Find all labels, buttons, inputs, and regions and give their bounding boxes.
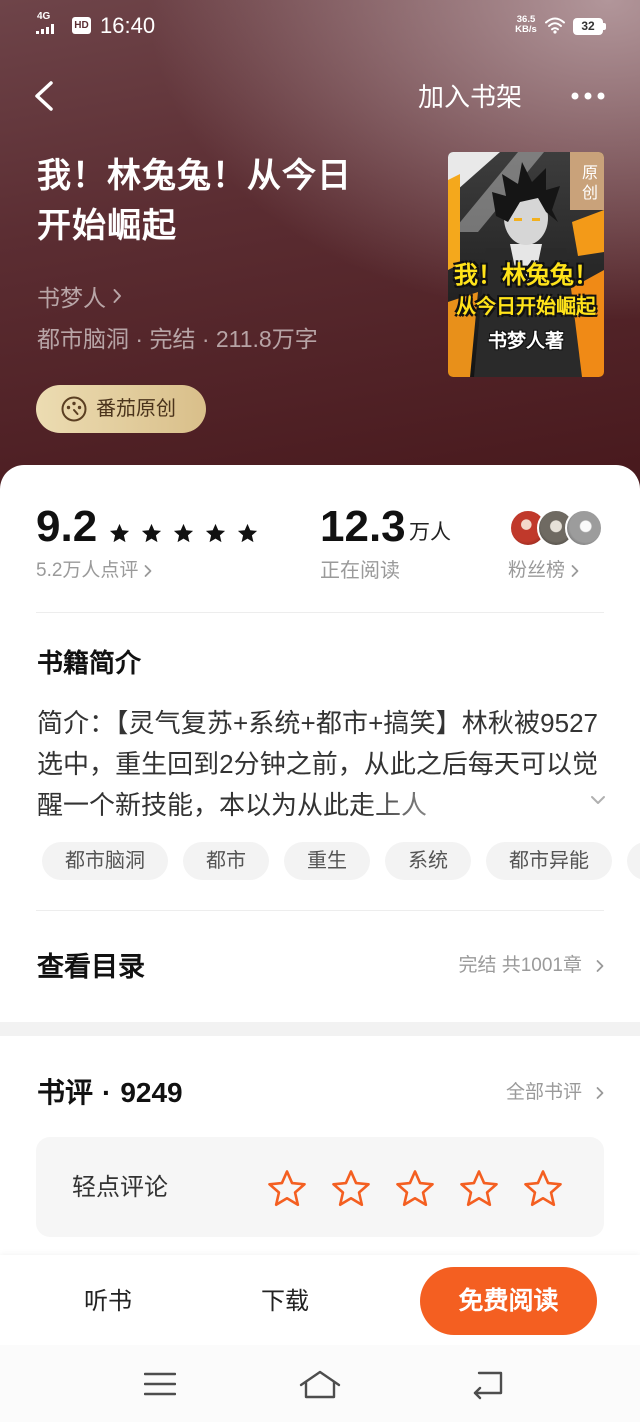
author-link[interactable]: 书梦人 [37,280,122,312]
reviews-title: 书评 · 9249 [37,1075,183,1111]
chapter-count: 完结 共1001章 [458,955,582,976]
section-separator [0,1022,640,1036]
readers-label: 正在阅读 [320,560,400,582]
intro-heading: 书籍简介 [37,648,142,678]
rating-count-link[interactable]: 5.2万人点评 [36,558,152,584]
chevron-right-icon [145,565,152,577]
reviews-count: 9249 [120,1077,183,1108]
tag-chip[interactable]: 都市脑洞 [42,842,168,880]
review-star[interactable] [458,1168,500,1210]
tomato-badge-icon [61,396,87,422]
intro-fade [360,785,604,826]
tag-chip[interactable]: 都市异能 [486,842,612,880]
rating-stars [108,522,268,545]
rating-score: 9.2 [36,502,98,551]
fans-ranking-link[interactable]: 粉丝榜 [508,558,579,584]
book-detail-page: 4G HD 16:40 36.5 KB/s 32 加入书架 我！林兔兔！从今日开… [0,0,640,1422]
reviews-label: 书评 [37,1077,94,1108]
expand-intro-button[interactable] [589,793,607,807]
download-button[interactable]: 下载 [257,1285,313,1319]
battery-indicator: 32 [573,18,603,35]
bottom-action-bar: 听书 下载 免费阅读 [0,1255,640,1345]
listen-button[interactable]: 听书 [80,1285,136,1319]
chevron-right-icon [571,565,579,577]
rating-star [205,523,226,543]
tag-chip[interactable]: 系统 [385,842,471,880]
system-back-icon [473,1371,503,1400]
rating-star [173,523,194,543]
free-read-button[interactable]: 免费阅读 [420,1267,597,1335]
badge-label: 番茄原创 [96,398,176,420]
review-star[interactable] [522,1168,564,1210]
catalog-label: 查看目录 [37,952,145,982]
menu-icon [143,1372,177,1396]
tag-chip[interactable]: 都市 [183,842,269,880]
avatar[interactable] [565,509,603,547]
rating-star [237,523,258,543]
signal-icon [36,24,54,34]
cover-original-tag: 原创 [570,152,604,210]
catalog-info: 完结 共1001章 [458,953,604,979]
system-back-button[interactable] [471,1368,505,1405]
tag-chip-partial[interactable] [627,842,640,880]
chevron-right-icon [596,960,604,972]
wifi-icon [545,17,565,34]
chevron-down-icon [591,796,605,804]
original-badge: 番茄原创 [36,385,206,433]
hd-indicator: HD [72,17,91,34]
all-reviews-label: 全部书评 [505,1082,582,1103]
add-to-shelf-button[interactable]: 加入书架 [418,80,522,114]
tag-list: 都市脑洞 都市 重生 系统 都市异能 [42,842,640,880]
cover-title-line1: 我！林兔兔！ [454,262,598,289]
divider [36,612,604,613]
status-time: 16:40 [100,13,156,38]
rating-star [109,523,130,543]
readers-unit: 万人 [409,521,451,544]
home-icon [299,1370,341,1399]
rating-star [141,523,162,543]
network-type: 4G [37,11,51,22]
catalog-row[interactable]: 查看目录 完结 共1001章 [0,930,640,1004]
battery-nub [603,23,606,30]
more-icon [571,92,605,100]
tag-chip[interactable]: 重生 [284,842,370,880]
book-title: 我！林兔兔！从今日开始崛起 [37,157,352,245]
network-speed: 36.5 KB/s [511,15,541,35]
rating-count: 5.2万人点评 [36,560,139,581]
review-prompt: 轻点评论 [72,1174,168,1201]
fans-label: 粉丝榜 [508,560,566,581]
divider [36,910,604,911]
home-button[interactable] [298,1368,342,1405]
book-cover: 原创 我！林兔兔！ 从今日开始崛起 书梦人著 [448,152,604,377]
cover-title-line2: 从今日开始崛起 [456,296,596,318]
menu-button[interactable] [143,1371,177,1402]
review-star[interactable] [330,1168,372,1210]
review-star-rating [266,1168,586,1210]
back-icon [35,81,53,111]
chevron-right-icon [596,1087,604,1099]
readers-count: 12.3 [320,502,406,551]
review-star[interactable] [266,1168,308,1210]
review-star[interactable] [394,1168,436,1210]
network-indicator: 4G [36,11,64,35]
cover-author: 书梦人著 [487,331,564,352]
all-reviews-link[interactable]: 全部书评 [506,1080,604,1106]
chevron-right-icon [113,289,121,303]
author-name: 书梦人 [37,285,106,311]
system-navigation-bar [0,1345,640,1422]
more-button[interactable] [562,80,612,112]
reviews-separator: · [102,1077,112,1108]
network-speed-unit: KB/s [515,24,537,35]
back-button[interactable] [24,76,64,116]
book-meta: 都市脑洞 · 完结 · 211.8万字 [37,326,318,352]
